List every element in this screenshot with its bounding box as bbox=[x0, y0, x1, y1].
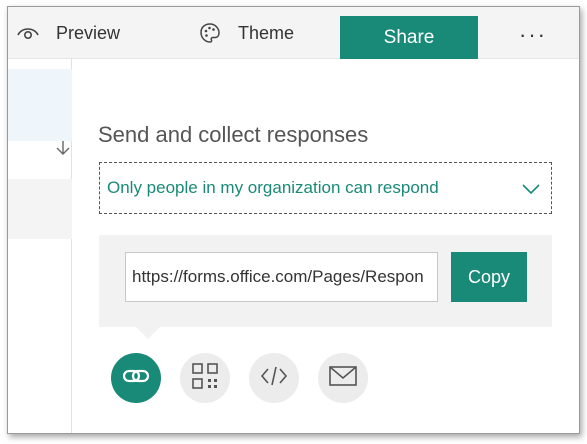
preview-label: Preview bbox=[56, 22, 121, 43]
more-options-button[interactable]: ··· bbox=[518, 15, 548, 55]
theme-label: Theme bbox=[238, 22, 295, 43]
qr-code-icon bbox=[191, 362, 219, 395]
share-qr-option[interactable] bbox=[180, 353, 230, 403]
share-link-field[interactable] bbox=[125, 252, 438, 302]
arrow-down-icon[interactable] bbox=[54, 139, 72, 157]
top-toolbar: Preview Theme Share ··· bbox=[8, 7, 579, 59]
panel-title: Send and collect responses bbox=[98, 122, 369, 147]
permission-dropdown[interactable]: Only people in my organization can respo… bbox=[99, 162, 552, 214]
eye-icon bbox=[16, 21, 40, 45]
share-embed-option[interactable] bbox=[249, 353, 299, 403]
copy-button[interactable]: Copy bbox=[451, 252, 527, 302]
link-icon bbox=[121, 361, 151, 396]
left-pane bbox=[8, 59, 72, 433]
share-button[interactable]: Share bbox=[340, 16, 478, 59]
left-pane-block bbox=[8, 179, 72, 239]
preview-button[interactable]: Preview bbox=[16, 7, 120, 59]
share-link-option[interactable] bbox=[111, 353, 161, 403]
permission-selected-value: Only people in my organization can respo… bbox=[107, 178, 439, 197]
link-panel: Copy bbox=[99, 235, 552, 327]
chevron-down-icon bbox=[521, 179, 541, 199]
embed-icon bbox=[259, 364, 289, 393]
share-email-option[interactable] bbox=[318, 353, 368, 403]
share-dialog-frame: Preview Theme Share ··· Send and collect… bbox=[7, 6, 580, 434]
email-icon bbox=[328, 365, 358, 392]
left-pane-highlight bbox=[8, 69, 72, 141]
link-panel-pointer bbox=[134, 325, 162, 339]
palette-icon bbox=[198, 21, 222, 45]
theme-button[interactable]: Theme bbox=[198, 7, 294, 59]
